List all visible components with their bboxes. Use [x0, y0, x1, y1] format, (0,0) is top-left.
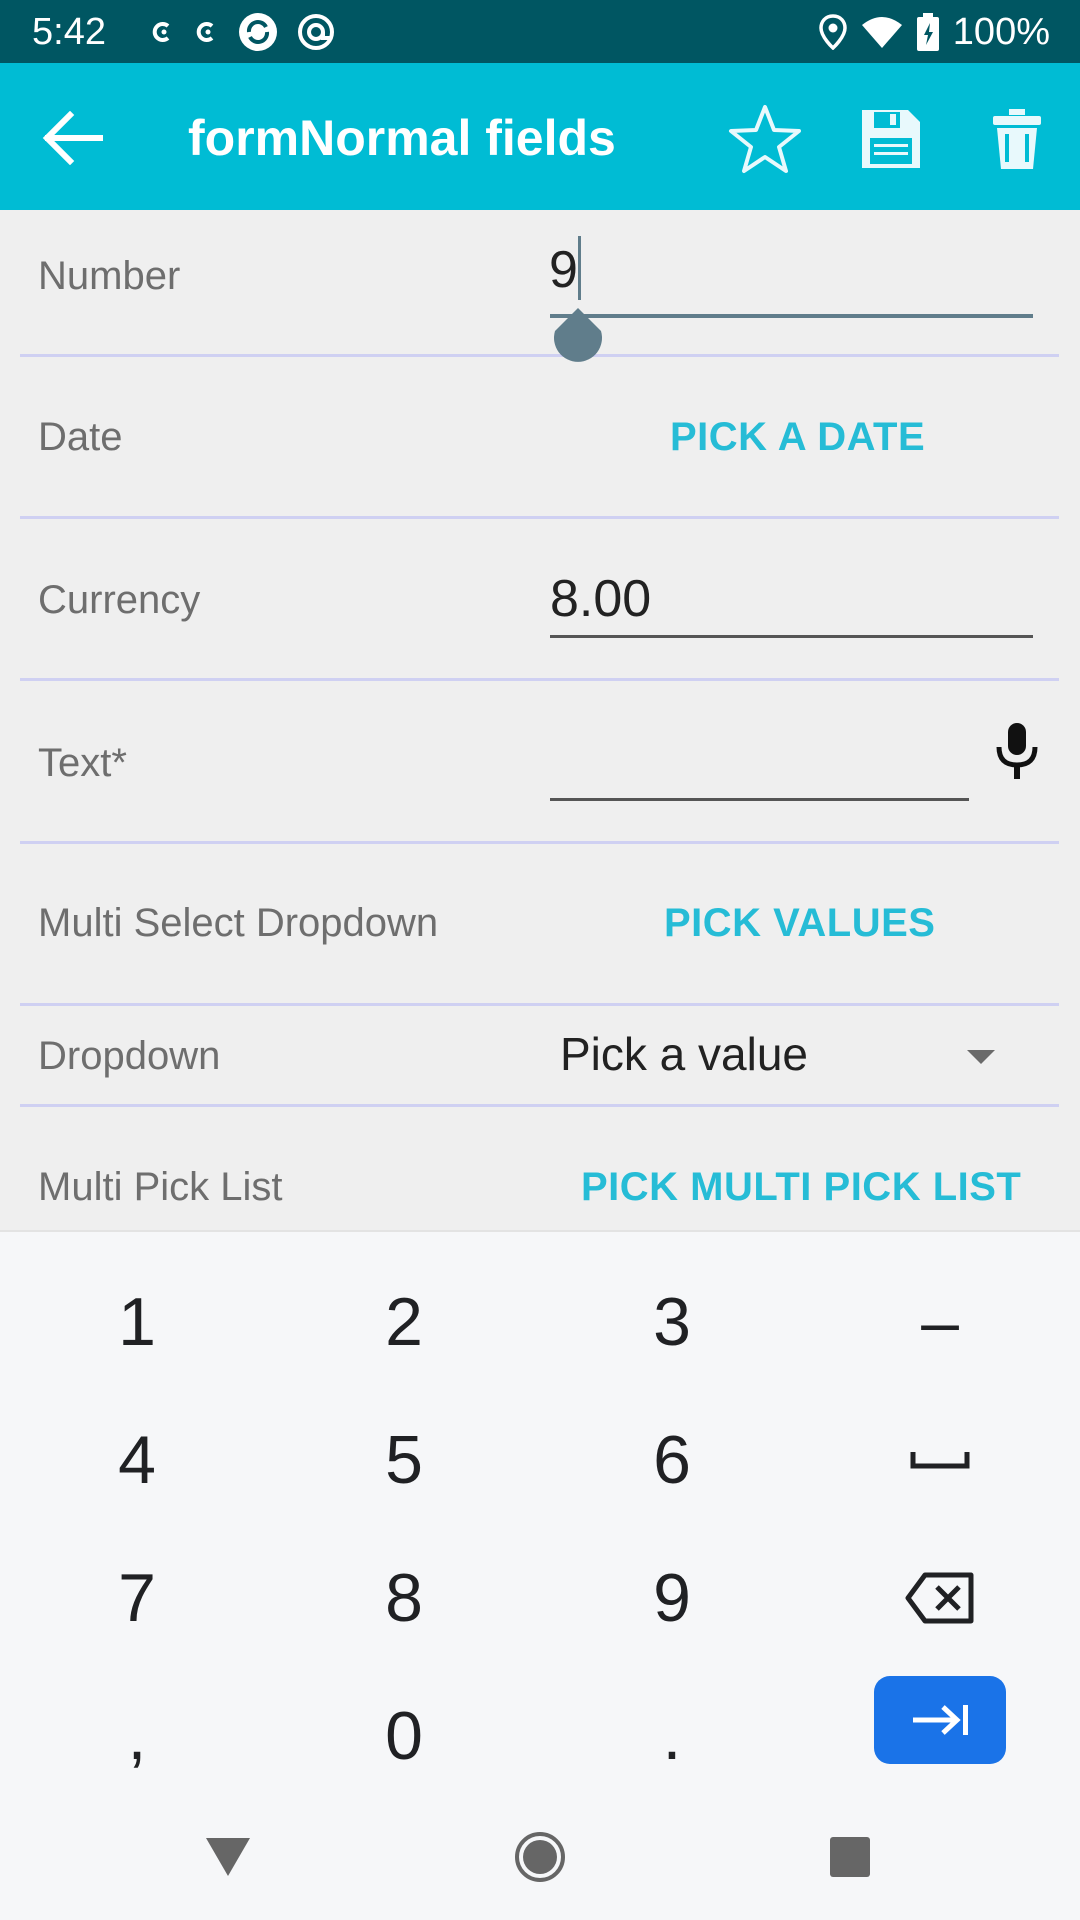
key-0[interactable]: 0 — [284, 1676, 524, 1796]
page-title: formNormal fields — [188, 110, 616, 166]
cursor-handle[interactable] — [552, 306, 604, 362]
app-bar: formNormal fields — [0, 63, 1080, 210]
key-7[interactable]: 7 — [17, 1538, 257, 1658]
key-5[interactable]: 5 — [284, 1400, 524, 1520]
currency-row: Currency 8.00 — [20, 519, 1059, 681]
recents-icon — [830, 1837, 870, 1877]
pick-values-button[interactable]: PICK VALUES — [664, 899, 935, 947]
status-time: 5:42 — [32, 11, 106, 53]
key-backspace[interactable] — [820, 1538, 1060, 1658]
key-2[interactable]: 2 — [284, 1262, 524, 1382]
text-label: Text* — [38, 741, 127, 785]
number-row: Number 9 — [20, 210, 1059, 362]
navigation-bar — [0, 1794, 1080, 1920]
microphone-icon — [996, 723, 1038, 779]
battery-percent: 100% — [952, 11, 1050, 53]
text-cursor — [578, 236, 581, 300]
text-row: Text* — [20, 681, 1059, 844]
star-icon — [729, 105, 801, 173]
multi-select-row: Multi Select Dropdown PICK VALUES — [20, 844, 1059, 1006]
back-icon — [206, 1838, 250, 1876]
back-button[interactable] — [38, 103, 108, 173]
dropdown-select[interactable]: Pick a value — [550, 1018, 1040, 1094]
notification-icon — [196, 22, 214, 42]
voice-input-button[interactable] — [992, 721, 1042, 781]
key-9[interactable]: 9 — [552, 1538, 792, 1658]
key-6[interactable]: 6 — [552, 1400, 792, 1520]
currency-label: Currency — [38, 578, 201, 622]
pick-date-button[interactable]: PICK A DATE — [670, 413, 925, 461]
key-8[interactable]: 8 — [284, 1538, 524, 1658]
favorite-button[interactable] — [727, 101, 803, 177]
delete-button[interactable] — [979, 101, 1055, 177]
status-system-icons: 100% — [819, 10, 1050, 54]
pick-multi-pick-list-button[interactable]: PICK MULTI PICK LIST — [581, 1163, 1021, 1211]
status-bar: 5:42 100% — [0, 0, 1080, 63]
tab-next-icon — [913, 1705, 968, 1735]
form-fields: Number 9 Date PICK A DATE Currency 8.00 … — [0, 210, 1080, 1230]
number-label: Number — [38, 254, 181, 298]
date-row: Date PICK A DATE — [20, 357, 1059, 519]
key-4[interactable]: 4 — [17, 1400, 257, 1520]
multi-select-label: Multi Select Dropdown — [38, 901, 439, 945]
save-icon — [862, 110, 920, 168]
key-1[interactable]: 1 — [17, 1262, 257, 1382]
dropdown-value: Pick a value — [560, 1028, 809, 1080]
key-period[interactable]: . — [552, 1676, 792, 1796]
number-input[interactable]: 9 — [549, 240, 578, 300]
key-3[interactable]: 3 — [552, 1262, 792, 1382]
multi-pick-row: Multi Pick List PICK MULTI PICK LIST — [20, 1107, 1059, 1230]
nav-home-button[interactable] — [505, 1822, 575, 1892]
backspace-icon — [905, 1572, 974, 1624]
key-next[interactable] — [874, 1676, 1006, 1764]
notification-icon — [152, 22, 170, 42]
date-label: Date — [38, 415, 123, 459]
save-button[interactable] — [853, 101, 929, 177]
home-icon — [515, 1832, 565, 1882]
at-icon — [298, 14, 334, 50]
key-minus[interactable]: – — [820, 1262, 1060, 1382]
multi-pick-label: Multi Pick List — [38, 1165, 283, 1209]
status-notification-icons — [150, 12, 336, 52]
nav-recents-button[interactable] — [815, 1822, 885, 1892]
space-icon — [910, 1452, 970, 1469]
battery-icon — [916, 13, 939, 51]
numeric-keyboard: 1 2 3 – 4 5 6 7 8 9 , 0 . — [0, 1230, 1080, 1794]
key-space[interactable] — [820, 1400, 1060, 1520]
number-underline — [550, 314, 1033, 318]
cursor-handle-icon — [554, 308, 602, 362]
dropdown-row: Dropdown Pick a value — [20, 1006, 1059, 1107]
dropdown-label: Dropdown — [38, 1034, 221, 1078]
currency-underline — [550, 635, 1033, 638]
wifi-icon — [861, 17, 902, 48]
currency-input[interactable]: 8.00 — [550, 569, 651, 629]
arrow-back-icon — [42, 111, 103, 165]
location-icon — [819, 14, 847, 50]
delete-icon — [993, 109, 1041, 169]
text-underline — [550, 798, 969, 801]
key-comma[interactable]: , — [17, 1676, 257, 1796]
chevron-down-icon — [967, 1050, 995, 1064]
sync-icon — [239, 13, 277, 51]
nav-back-button[interactable] — [193, 1822, 263, 1892]
